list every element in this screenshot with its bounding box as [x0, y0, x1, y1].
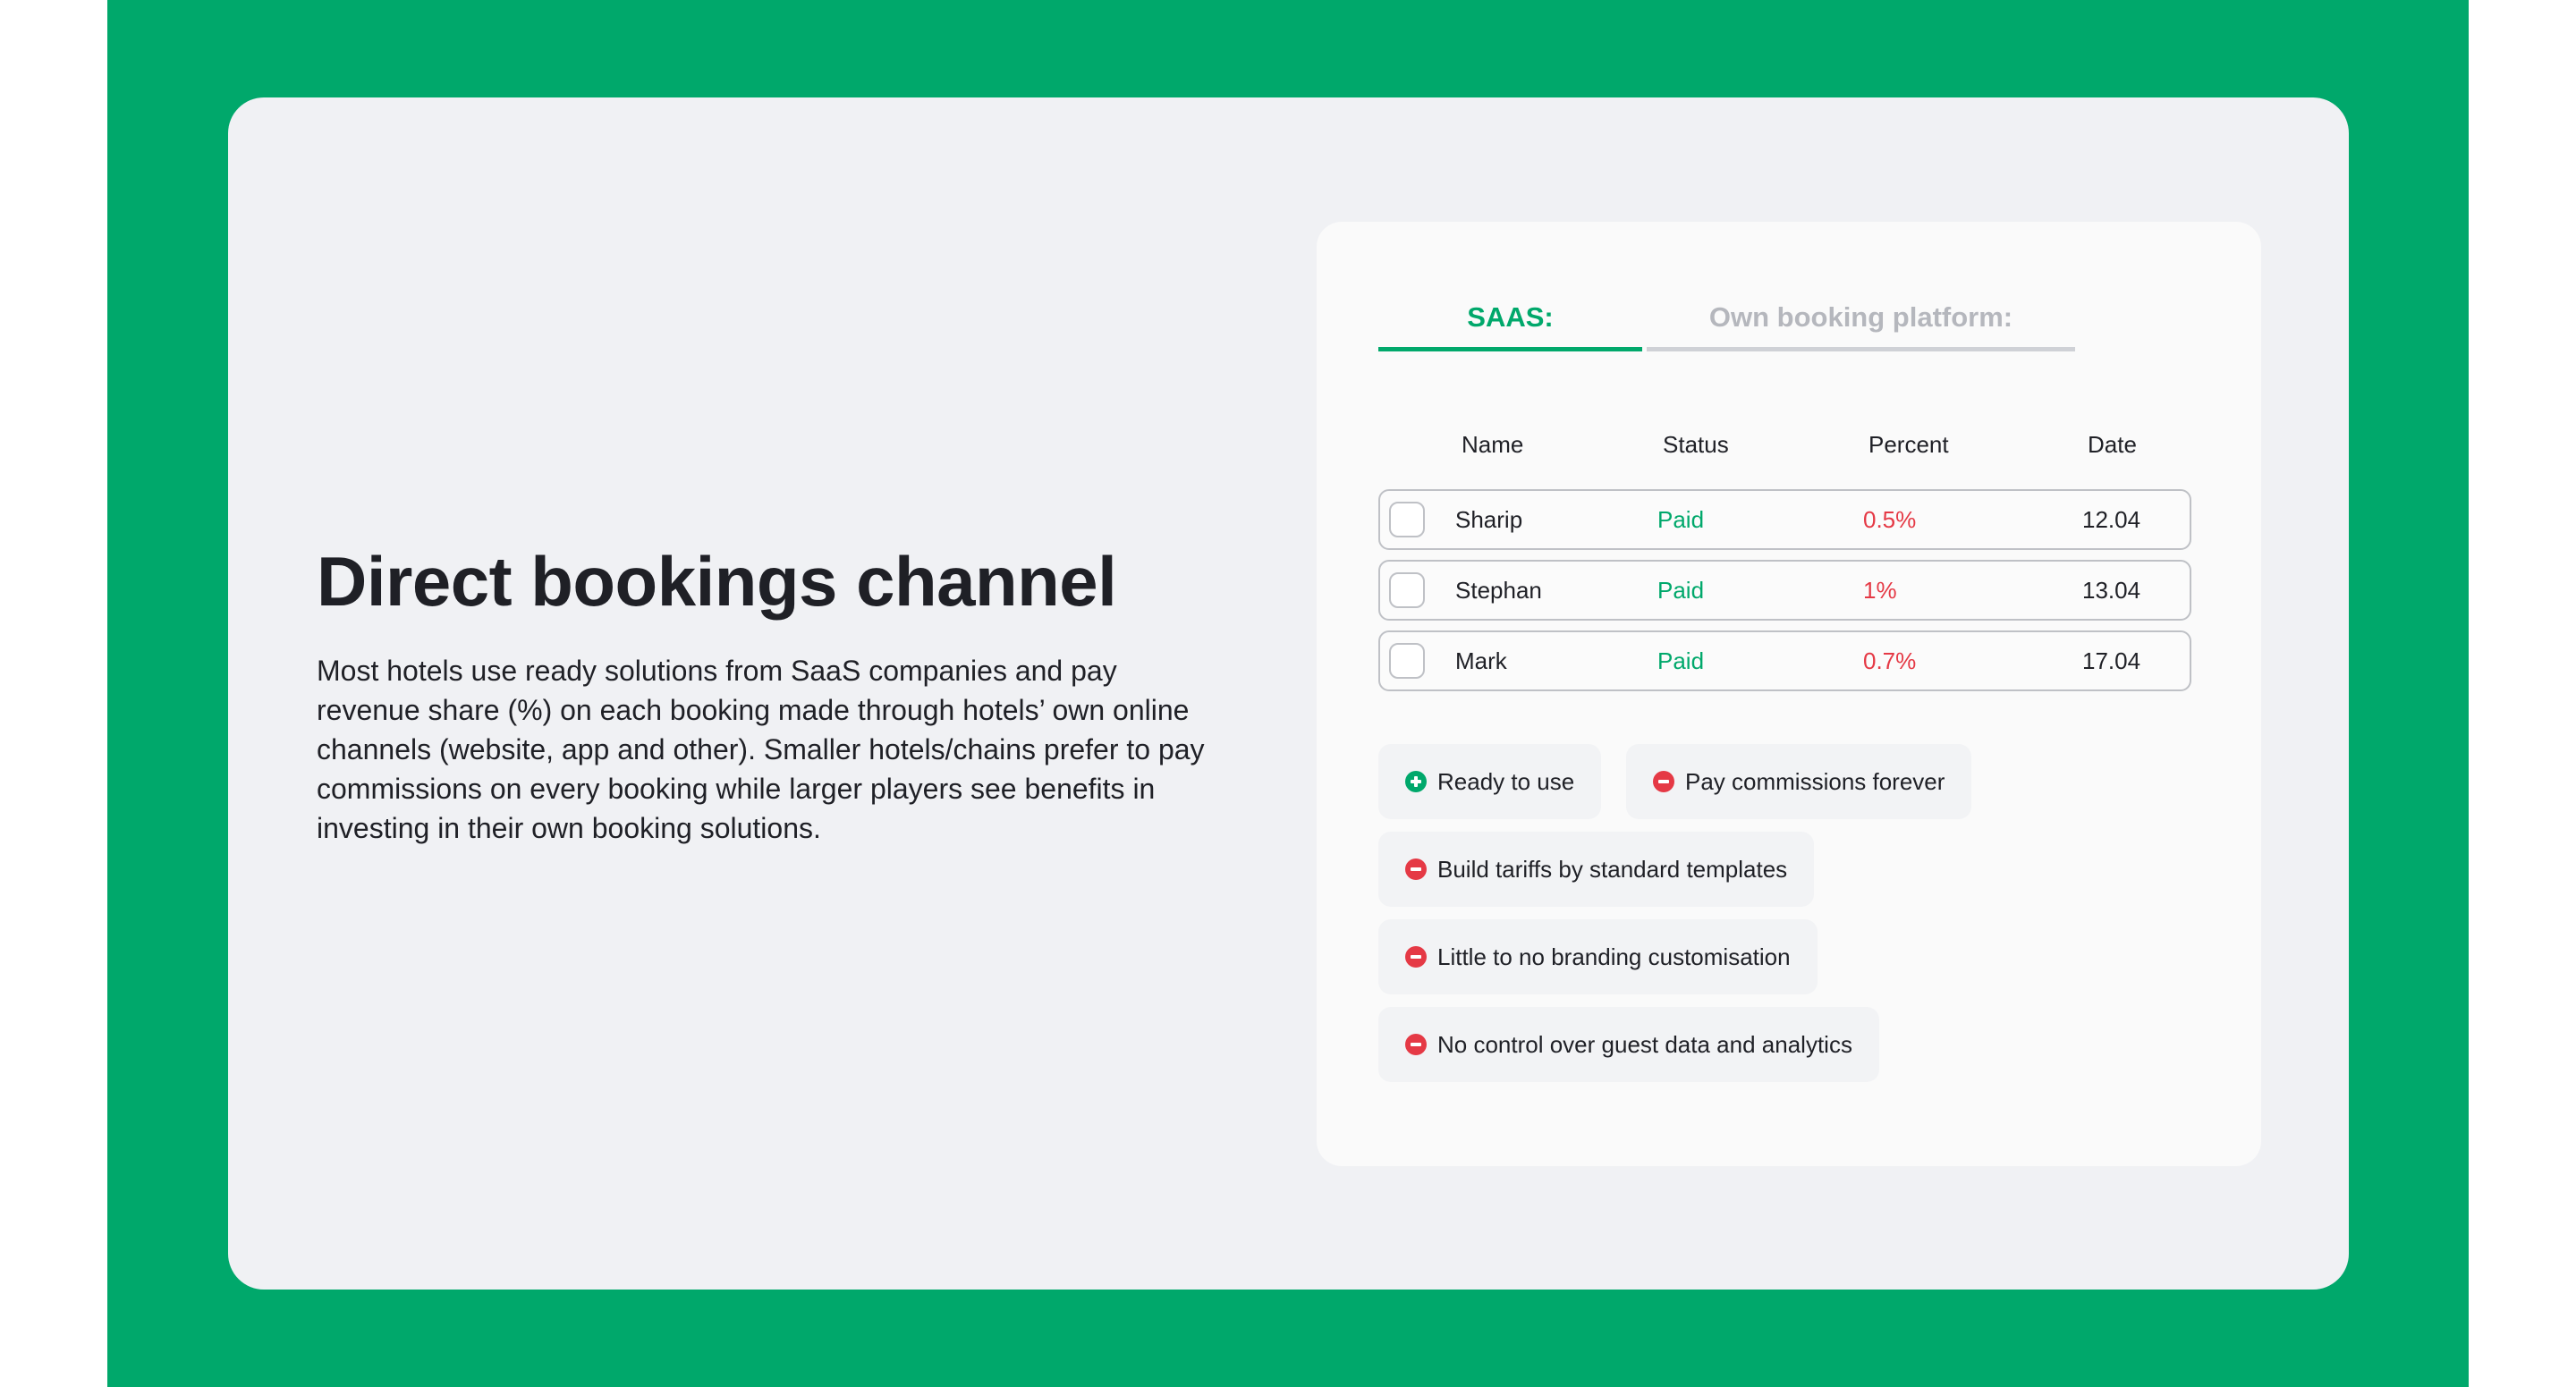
row-percent: 1%	[1863, 577, 1897, 604]
page-title: Direct bookings channel	[317, 542, 1117, 621]
row-percent: 0.7%	[1863, 647, 1917, 674]
tab-saas[interactable]: SAAS:	[1378, 288, 1642, 351]
minus-circle-icon	[1405, 946, 1427, 968]
feature-tag-guest-data: No control over guest data and analytics	[1378, 1007, 1879, 1082]
feature-label: Pay commissions forever	[1685, 767, 1945, 795]
plus-circle-icon	[1405, 771, 1427, 792]
row-date: 17.04	[2082, 647, 2141, 674]
row-name: Mark	[1455, 647, 1507, 674]
table-row[interactable]: Sharip Paid 0.5% 12.04	[1378, 489, 2191, 550]
feature-tag-build-tariffs: Build tariffs by standard templates	[1378, 832, 1815, 907]
feature-tag-ready-to-use: Ready to use	[1378, 744, 1602, 819]
row-name: Sharip	[1455, 506, 1523, 533]
minus-circle-icon	[1405, 1034, 1427, 1055]
page-description: Most hotels use ready solutions from Saa…	[317, 655, 1205, 844]
row-status: Paid	[1657, 647, 1705, 674]
feature-label: Build tariffs by standard templates	[1437, 855, 1788, 883]
table-row[interactable]: Stephan Paid 1% 13.04	[1378, 560, 2191, 621]
column-header-percent: Percent	[1868, 431, 1949, 458]
row-status: Paid	[1657, 506, 1705, 533]
row-status: Paid	[1657, 577, 1705, 604]
minus-circle-icon	[1405, 858, 1427, 880]
row-percent: 0.5%	[1863, 506, 1917, 533]
column-header-status: Status	[1663, 431, 1729, 458]
column-header-date: Date	[2088, 431, 2137, 458]
row-name: Stephan	[1455, 577, 1542, 604]
feature-tag-branding: Little to no branding customisation	[1378, 919, 1818, 994]
feature-label: Little to no branding customisation	[1437, 943, 1791, 970]
minus-circle-icon	[1653, 771, 1674, 792]
row-date: 13.04	[2082, 577, 2141, 604]
comparison-panel: SAAS: Own booking platform: Name Status …	[1317, 222, 2261, 1166]
feature-tag-pay-commissions: Pay commissions forever	[1626, 744, 1972, 819]
column-header-name: Name	[1462, 431, 1524, 458]
feature-label: No control over guest data and analytics	[1437, 1030, 1852, 1058]
row-checkbox[interactable]	[1389, 643, 1425, 679]
row-date: 12.04	[2082, 506, 2141, 533]
tab-own-booking-platform[interactable]: Own booking platform:	[1647, 288, 2075, 351]
row-checkbox[interactable]	[1389, 572, 1425, 608]
feature-label: Ready to use	[1437, 767, 1575, 795]
table-row[interactable]: Mark Paid 0.7% 17.04	[1378, 630, 2191, 691]
row-checkbox[interactable]	[1389, 502, 1425, 537]
